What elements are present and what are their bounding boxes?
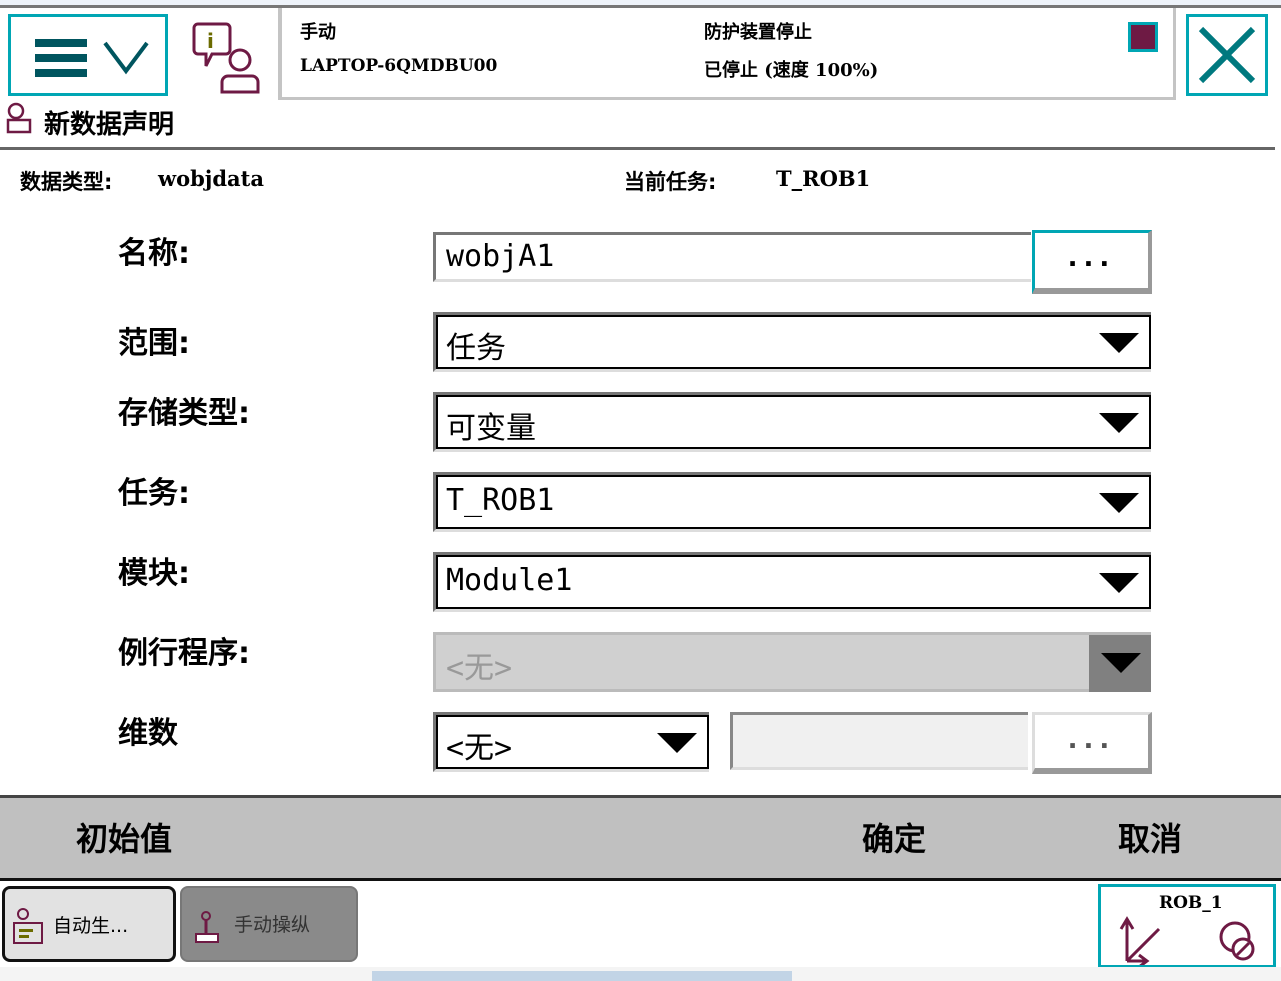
task-value: T_ROB1 bbox=[446, 483, 555, 518]
module-value: Module1 bbox=[446, 563, 573, 598]
dropdown-arrow-icon bbox=[1099, 413, 1139, 433]
program-icon bbox=[13, 908, 43, 944]
data-declaration-icon bbox=[6, 102, 32, 134]
main-menu-button[interactable] bbox=[8, 14, 168, 96]
current-task-label: 当前任务: bbox=[624, 170, 717, 194]
dimension-select[interactable]: <无> bbox=[433, 712, 709, 772]
quickset-robot-button[interactable]: ROB_1 bbox=[1098, 884, 1276, 968]
storage-type-label: 存储类型: bbox=[118, 396, 250, 431]
task-label: 任务: bbox=[118, 476, 190, 511]
close-icon bbox=[1198, 26, 1256, 84]
page-title: 新数据声明 bbox=[44, 110, 175, 140]
joystick-icon bbox=[195, 911, 219, 943]
name-label: 名称: bbox=[118, 236, 190, 271]
top-strip bbox=[0, 0, 1281, 8]
storage-type-select[interactable]: 可变量 bbox=[433, 392, 1151, 452]
data-type-value: wobjdata bbox=[158, 166, 264, 191]
name-value: wobjA1 bbox=[446, 239, 555, 274]
scope-label: 范围: bbox=[118, 326, 190, 361]
dimension-value: <无> bbox=[446, 731, 513, 766]
scope-select[interactable]: 任务 bbox=[433, 312, 1151, 372]
dropdown-arrow-icon bbox=[1099, 573, 1139, 593]
status-bar[interactable]: 手动 LAPTOP-6QMDBU00 防护装置停止 已停止 (速度 100%) bbox=[278, 8, 1176, 100]
task-select[interactable]: T_ROB1 bbox=[433, 472, 1151, 532]
scrollbar[interactable] bbox=[372, 971, 792, 981]
divider bbox=[0, 147, 1275, 150]
dropdown-arrow-icon bbox=[1099, 493, 1139, 513]
dropdown-arrow-icon bbox=[1099, 333, 1139, 353]
routine-select: <无> bbox=[433, 632, 1151, 692]
name-browse-button[interactable]: ... bbox=[1032, 230, 1152, 294]
dimension-browse-button[interactable]: ... bbox=[1032, 712, 1152, 774]
hotedit-icon bbox=[1128, 22, 1158, 52]
dimension-label: 维数 bbox=[118, 716, 178, 751]
increment-off-icon bbox=[1219, 921, 1255, 961]
safety-state: 防护装置停止 bbox=[704, 22, 812, 43]
robot-name: ROB_1 bbox=[1159, 893, 1223, 913]
taskbar-item-jogging[interactable]: 手动操纵 bbox=[180, 886, 358, 962]
dropdown-arrow-icon bbox=[1101, 653, 1141, 673]
initial-value-button[interactable]: 初始值 bbox=[76, 814, 172, 860]
taskbar-label: 自动生... bbox=[53, 915, 129, 937]
coordinate-axes-icon bbox=[1119, 916, 1161, 965]
module-select[interactable]: Module1 bbox=[433, 552, 1151, 612]
run-state: 已停止 (速度 100%) bbox=[704, 60, 879, 81]
name-input[interactable]: wobjA1 bbox=[433, 232, 1031, 282]
scope-value: 任务 bbox=[446, 331, 506, 366]
controller-name: LAPTOP-6QMDBU00 bbox=[300, 56, 498, 76]
dropdown-arrow-icon bbox=[657, 733, 697, 753]
module-label: 模块: bbox=[118, 556, 190, 591]
routine-value: <无> bbox=[446, 651, 513, 686]
action-bar: 初始值 确定 取消 bbox=[0, 795, 1281, 881]
operating-mode: 手动 bbox=[300, 22, 336, 43]
event-log-icon[interactable]: i bbox=[192, 20, 268, 94]
storage-type-value: 可变量 bbox=[446, 411, 536, 446]
dimension-input[interactable] bbox=[730, 712, 1028, 770]
taskbar-label: 手动操纵 bbox=[234, 914, 311, 936]
svg-text:i: i bbox=[207, 29, 214, 53]
bottom-strip bbox=[0, 967, 1281, 981]
close-button[interactable] bbox=[1186, 14, 1268, 96]
cancel-button[interactable]: 取消 bbox=[1118, 814, 1182, 860]
chevron-down-icon bbox=[103, 41, 149, 75]
hamburger-icon bbox=[35, 39, 87, 84]
current-task-value: T_ROB1 bbox=[776, 166, 871, 191]
routine-label: 例行程序: bbox=[118, 636, 250, 671]
taskbar-item-auto-generated[interactable]: 自动生... bbox=[2, 886, 176, 962]
data-type-label: 数据类型: bbox=[20, 170, 113, 194]
ok-button[interactable]: 确定 bbox=[862, 814, 926, 860]
